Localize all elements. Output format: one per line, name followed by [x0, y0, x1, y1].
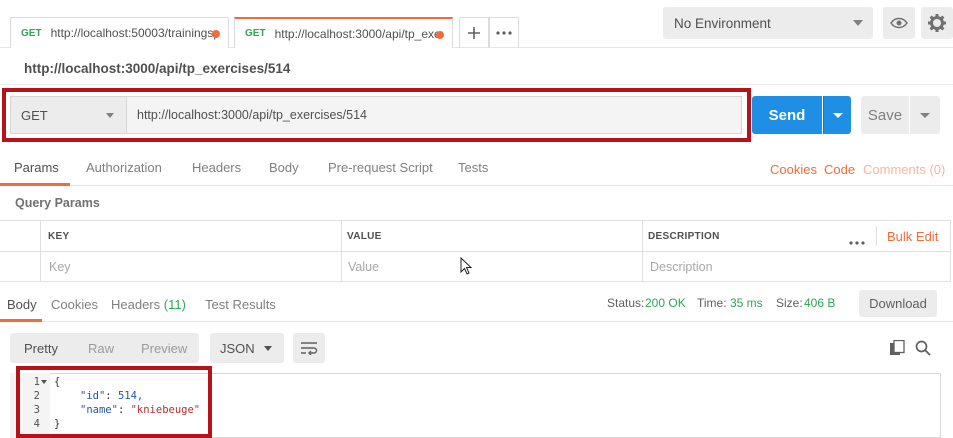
chevron-down-icon	[853, 20, 863, 26]
tab-pre-request-script[interactable]: Pre-request Script	[328, 160, 433, 175]
tab-authorization[interactable]: Authorization	[86, 160, 162, 175]
table-col-divider	[642, 220, 643, 282]
table-divider	[0, 251, 951, 252]
request-title: http://localhost:3000/api/tp_exercises/5…	[24, 61, 291, 76]
environment-selected: No Environment	[674, 15, 771, 31]
more-icon	[496, 31, 512, 35]
wrap-line-button[interactable]	[293, 333, 325, 363]
table-col-divider	[341, 220, 342, 282]
time-label: Time:	[697, 296, 727, 310]
tab-options-button[interactable]	[489, 17, 519, 48]
tab-headers[interactable]: Headers	[192, 160, 241, 175]
response-tab-test-results[interactable]: Test Results	[205, 297, 276, 312]
size-label: Size:	[776, 296, 803, 310]
cookies-link[interactable]: Cookies	[770, 162, 817, 177]
eye-icon	[890, 17, 908, 29]
environment-select[interactable]: No Environment	[663, 7, 873, 39]
tab-tests[interactable]: Tests	[458, 160, 488, 175]
copy-icon	[890, 339, 905, 355]
table-options-button[interactable]	[849, 233, 865, 248]
more-icon	[849, 241, 865, 245]
tab-url: http://localhost:50003/trainingsp	[50, 26, 219, 40]
chevron-down-icon	[264, 346, 272, 351]
comments-link[interactable]: Comments (0)	[863, 162, 945, 177]
copy-button[interactable]	[889, 339, 905, 359]
query-params-title: Query Params	[15, 196, 100, 210]
save-button[interactable]: Save	[861, 96, 909, 134]
mouse-cursor-icon	[460, 257, 472, 275]
format-raw[interactable]: Raw	[88, 341, 114, 356]
plus-icon	[468, 27, 480, 39]
wrap-icon	[301, 342, 318, 355]
tab-params[interactable]: Params	[14, 160, 59, 175]
language-value: JSON	[220, 340, 255, 356]
size-value: 406 B	[804, 296, 836, 310]
column-header-key: KEY	[48, 231, 70, 242]
gear-icon	[928, 14, 946, 32]
format-preview[interactable]: Preview	[141, 341, 187, 356]
request-tab-2[interactable]: GET http://localhost:3000/api/tp_exer	[234, 17, 453, 48]
response-tab-headers[interactable]: Headers (11)	[111, 297, 186, 312]
value-input[interactable]: Value	[348, 260, 379, 274]
code-link[interactable]: Code	[824, 162, 855, 177]
response-tab-body[interactable]: Body	[7, 297, 37, 312]
tab-method: GET	[245, 28, 266, 39]
new-tab-button[interactable]	[459, 17, 489, 48]
send-options-button[interactable]	[823, 96, 851, 134]
save-options-button[interactable]	[910, 96, 940, 134]
tab-url: http://localhost:3000/api/tp_exer	[274, 26, 443, 41]
search-icon	[915, 340, 931, 356]
description-input[interactable]: Description	[650, 260, 713, 274]
highlight-box	[16, 366, 212, 438]
table-col-divider	[40, 220, 41, 282]
status-value: 200 OK	[645, 296, 686, 310]
status-label: Status:	[607, 296, 645, 310]
request-tab-1[interactable]: GET http://localhost:50003/trainingsp	[10, 17, 229, 48]
column-header-value: VALUE	[347, 231, 382, 242]
environment-quick-look-button[interactable]	[883, 7, 915, 39]
active-tab-indicator	[0, 183, 70, 186]
response-tab-cookies[interactable]: Cookies	[51, 297, 98, 312]
active-tab-indicator	[0, 319, 42, 322]
divider	[876, 226, 877, 246]
manage-environments-button[interactable]	[921, 7, 953, 39]
unsaved-dot-icon	[212, 30, 220, 38]
search-button[interactable]	[915, 340, 931, 359]
tab-method: GET	[21, 27, 42, 39]
bulk-edit-link[interactable]: Bulk Edit	[887, 229, 938, 244]
table-col-divider	[950, 220, 951, 282]
time-value: 35 ms	[730, 296, 763, 310]
download-button[interactable]: Download	[859, 290, 937, 317]
send-button[interactable]: Send	[752, 96, 822, 134]
highlight-box	[2, 88, 751, 142]
tab-body[interactable]: Body	[269, 160, 299, 175]
format-pretty[interactable]: Pretty	[24, 341, 58, 356]
column-header-description: DESCRIPTION	[648, 231, 720, 242]
language-select[interactable]: JSON	[210, 333, 284, 363]
key-input[interactable]: Key	[49, 260, 71, 274]
headers-label: Headers	[111, 297, 161, 312]
divider	[0, 84, 953, 85]
headers-count: (11)	[163, 297, 186, 312]
unsaved-dot-icon	[436, 31, 444, 39]
